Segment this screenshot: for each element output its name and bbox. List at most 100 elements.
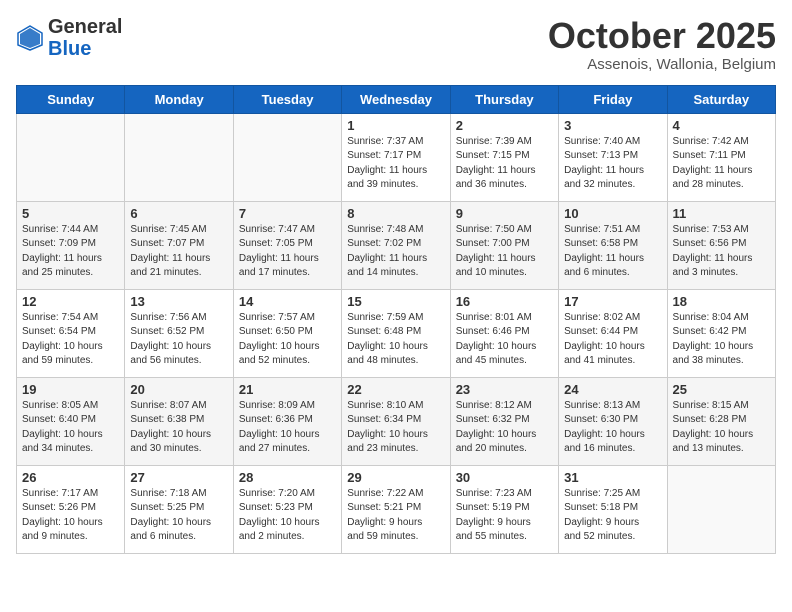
day-number: 3 bbox=[564, 118, 661, 133]
day-number: 27 bbox=[130, 470, 227, 485]
location-subtitle: Assenois, Wallonia, Belgium bbox=[548, 56, 776, 73]
day-info: Sunrise: 7:44 AM Sunset: 7:09 PM Dayligh… bbox=[22, 223, 119, 281]
calendar-cell: 8Sunrise: 7:48 AM Sunset: 7:02 PM Daylig… bbox=[342, 201, 450, 289]
day-info: Sunrise: 7:23 AM Sunset: 5:19 PM Dayligh… bbox=[456, 487, 553, 545]
day-number: 31 bbox=[564, 470, 661, 485]
day-header-monday: Monday bbox=[125, 85, 233, 113]
calendar-cell: 31 Sunrise: 7:25 AM Sunset: 5:18 PM Dayli… bbox=[559, 465, 667, 553]
calendar-cell: 9 Sunrise: 7:50 AM Sunset: 7:00 PM Daylig… bbox=[450, 201, 558, 289]
day-info: Sunrise: 8:10 AM Sunset: 6:34 PM Dayligh… bbox=[347, 399, 444, 457]
day-info: Sunrise: 8:01 AM Sunset: 6:46 PM Dayligh… bbox=[456, 311, 553, 369]
day-number: 15 bbox=[347, 294, 444, 309]
calendar-week-1: 1 Sunrise: 7:37 AM Sunset: 7:17 PM Daylig… bbox=[17, 113, 776, 201]
calendar-cell: 24 Sunrise: 8:13 AM Sunset: 6:30 PM Dayli… bbox=[559, 377, 667, 465]
day-info: Sunrise: 7:17 AM Sunset: 5:26 PM Dayligh… bbox=[22, 487, 119, 545]
day-info: Sunrise: 8:05 AM Sunset: 6:40 PM Dayligh… bbox=[22, 399, 119, 457]
day-header-sunday: Sunday bbox=[17, 85, 125, 113]
calendar-cell: 21Sunrise: 8:09 AM Sunset: 6:36 PM Dayli… bbox=[233, 377, 341, 465]
day-number: 11 bbox=[673, 206, 770, 221]
day-info: Sunrise: 8:02 AM Sunset: 6:44 PM Dayligh… bbox=[564, 311, 661, 369]
day-info: Sunrise: 7:50 AM Sunset: 7:00 PM Dayligh… bbox=[456, 223, 553, 281]
day-info: Sunrise: 8:04 AM Sunset: 6:42 PM Dayligh… bbox=[673, 311, 770, 369]
calendar-cell: 6 Sunrise: 7:45 AM Sunset: 7:07 PM Daylig… bbox=[125, 201, 233, 289]
calendar-cell: 10 Sunrise: 7:51 AM Sunset: 6:58 PM Dayli… bbox=[559, 201, 667, 289]
day-header-saturday: Saturday bbox=[667, 85, 775, 113]
day-info: Sunrise: 8:15 AM Sunset: 6:28 PM Dayligh… bbox=[673, 399, 770, 457]
day-number: 4 bbox=[673, 118, 770, 133]
calendar-cell: 1 Sunrise: 7:37 AM Sunset: 7:17 PM Daylig… bbox=[342, 113, 450, 201]
calendar-cell: 2Sunrise: 7:39 AM Sunset: 7:15 PM Daylig… bbox=[450, 113, 558, 201]
day-number: 22 bbox=[347, 382, 444, 397]
calendar-cell: 5 Sunrise: 7:44 AM Sunset: 7:09 PM Daylig… bbox=[17, 201, 125, 289]
calendar-cell bbox=[17, 113, 125, 201]
calendar-cell bbox=[667, 465, 775, 553]
day-info: Sunrise: 7:47 AM Sunset: 7:05 PM Dayligh… bbox=[239, 223, 336, 281]
day-number: 1 bbox=[347, 118, 444, 133]
day-number: 21 bbox=[239, 382, 336, 397]
calendar-cell: 13 Sunrise: 7:56 AM Sunset: 6:52 PM Dayli… bbox=[125, 289, 233, 377]
day-info: Sunrise: 8:12 AM Sunset: 6:32 PM Dayligh… bbox=[456, 399, 553, 457]
logo: General Blue bbox=[16, 16, 122, 60]
day-number: 17 bbox=[564, 294, 661, 309]
calendar-header-row: SundayMondayTuesdayWednesdayThursdayFrid… bbox=[17, 85, 776, 113]
day-info: Sunrise: 7:22 AM Sunset: 5:21 PM Dayligh… bbox=[347, 487, 444, 545]
calendar-cell bbox=[233, 113, 341, 201]
day-header-wednesday: Wednesday bbox=[342, 85, 450, 113]
day-number: 18 bbox=[673, 294, 770, 309]
logo-text: General Blue bbox=[48, 16, 122, 60]
calendar-week-4: 19 Sunrise: 8:05 AM Sunset: 6:40 PM Dayli… bbox=[17, 377, 776, 465]
calendar-week-2: 5 Sunrise: 7:44 AM Sunset: 7:09 PM Daylig… bbox=[17, 201, 776, 289]
day-info: Sunrise: 7:25 AM Sunset: 5:18 PM Dayligh… bbox=[564, 487, 661, 545]
day-info: Sunrise: 7:53 AM Sunset: 6:56 PM Dayligh… bbox=[673, 223, 770, 281]
day-number: 29 bbox=[347, 470, 444, 485]
day-number: 13 bbox=[130, 294, 227, 309]
calendar-cell: 26 Sunrise: 7:17 AM Sunset: 5:26 PM Dayli… bbox=[17, 465, 125, 553]
day-info: Sunrise: 7:57 AM Sunset: 6:50 PM Dayligh… bbox=[239, 311, 336, 369]
page-header: General Blue October 2025 Assenois, Wall… bbox=[16, 16, 776, 73]
day-info: Sunrise: 7:42 AM Sunset: 7:11 PM Dayligh… bbox=[673, 135, 770, 193]
logo-icon bbox=[16, 24, 44, 52]
month-title: October 2025 bbox=[548, 16, 776, 56]
logo-general: General bbox=[48, 16, 122, 38]
calendar-cell: 20Sunrise: 8:07 AM Sunset: 6:38 PM Dayli… bbox=[125, 377, 233, 465]
calendar-cell: 17 Sunrise: 8:02 AM Sunset: 6:44 PM Dayli… bbox=[559, 289, 667, 377]
day-info: Sunrise: 7:56 AM Sunset: 6:52 PM Dayligh… bbox=[130, 311, 227, 369]
calendar-cell: 15 Sunrise: 7:59 AM Sunset: 6:48 PM Dayli… bbox=[342, 289, 450, 377]
day-info: Sunrise: 7:18 AM Sunset: 5:25 PM Dayligh… bbox=[130, 487, 227, 545]
day-number: 9 bbox=[456, 206, 553, 221]
day-header-thursday: Thursday bbox=[450, 85, 558, 113]
day-number: 19 bbox=[22, 382, 119, 397]
day-info: Sunrise: 7:37 AM Sunset: 7:17 PM Dayligh… bbox=[347, 135, 444, 193]
day-number: 6 bbox=[130, 206, 227, 221]
day-number: 8 bbox=[347, 206, 444, 221]
day-header-tuesday: Tuesday bbox=[233, 85, 341, 113]
day-info: Sunrise: 7:45 AM Sunset: 7:07 PM Dayligh… bbox=[130, 223, 227, 281]
calendar-cell: 29 Sunrise: 7:22 AM Sunset: 5:21 PM Dayli… bbox=[342, 465, 450, 553]
day-number: 24 bbox=[564, 382, 661, 397]
day-info: Sunrise: 7:20 AM Sunset: 5:23 PM Dayligh… bbox=[239, 487, 336, 545]
calendar-cell: 19 Sunrise: 8:05 AM Sunset: 6:40 PM Dayli… bbox=[17, 377, 125, 465]
day-info: Sunrise: 7:39 AM Sunset: 7:15 PM Dayligh… bbox=[456, 135, 553, 193]
day-number: 12 bbox=[22, 294, 119, 309]
title-block: October 2025 Assenois, Wallonia, Belgium bbox=[548, 16, 776, 73]
calendar-week-5: 26 Sunrise: 7:17 AM Sunset: 5:26 PM Dayli… bbox=[17, 465, 776, 553]
calendar-cell: 3 Sunrise: 7:40 AM Sunset: 7:13 PM Daylig… bbox=[559, 113, 667, 201]
day-number: 20 bbox=[130, 382, 227, 397]
day-info: Sunrise: 7:51 AM Sunset: 6:58 PM Dayligh… bbox=[564, 223, 661, 281]
calendar-cell: 12Sunrise: 7:54 AM Sunset: 6:54 PM Dayli… bbox=[17, 289, 125, 377]
day-number: 25 bbox=[673, 382, 770, 397]
day-info: Sunrise: 8:13 AM Sunset: 6:30 PM Dayligh… bbox=[564, 399, 661, 457]
logo-blue: Blue bbox=[48, 38, 91, 60]
day-info: Sunrise: 7:40 AM Sunset: 7:13 PM Dayligh… bbox=[564, 135, 661, 193]
calendar-cell: 11 Sunrise: 7:53 AM Sunset: 6:56 PM Dayli… bbox=[667, 201, 775, 289]
day-number: 10 bbox=[564, 206, 661, 221]
day-number: 28 bbox=[239, 470, 336, 485]
calendar-cell: 28 Sunrise: 7:20 AM Sunset: 5:23 PM Dayli… bbox=[233, 465, 341, 553]
calendar-table: SundayMondayTuesdayWednesdayThursdayFrid… bbox=[16, 85, 776, 554]
day-number: 5 bbox=[22, 206, 119, 221]
day-info: Sunrise: 7:59 AM Sunset: 6:48 PM Dayligh… bbox=[347, 311, 444, 369]
calendar-cell: 16 Sunrise: 8:01 AM Sunset: 6:46 PM Dayli… bbox=[450, 289, 558, 377]
calendar-cell: 4 Sunrise: 7:42 AM Sunset: 7:11 PM Daylig… bbox=[667, 113, 775, 201]
day-number: 16 bbox=[456, 294, 553, 309]
day-number: 26 bbox=[22, 470, 119, 485]
